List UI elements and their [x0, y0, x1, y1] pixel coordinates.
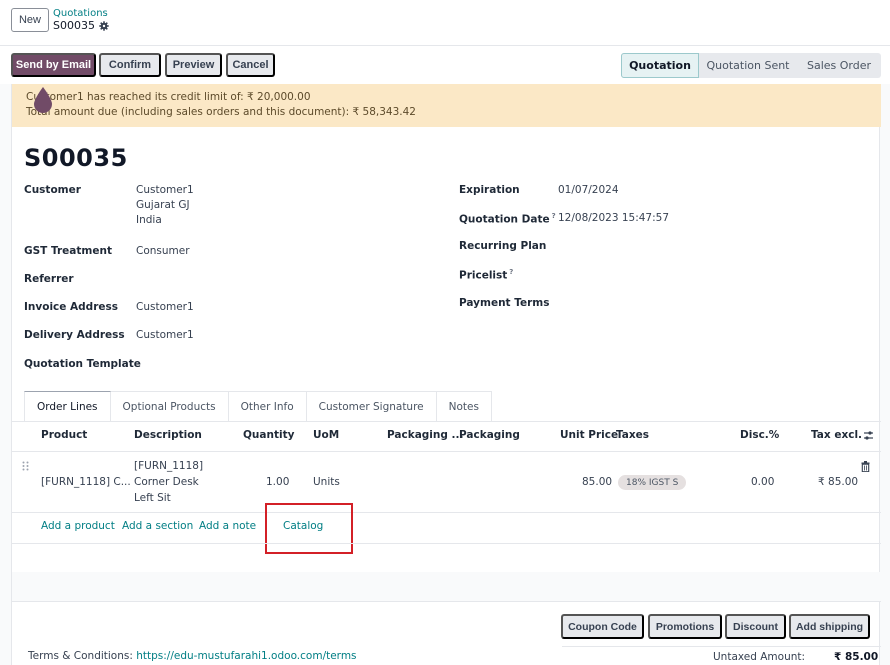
- discount-button[interactable]: Discount: [725, 614, 786, 639]
- optional-columns-toggle-icon[interactable]: [863, 430, 874, 441]
- referrer-label: Referrer: [24, 273, 74, 285]
- top-bar: New Quotations S00035: [0, 0, 890, 46]
- pricelist-label: Pricelist?: [459, 268, 513, 282]
- cell-description[interactable]: [FURN_1118] Corner Desk Left Sit: [134, 458, 203, 506]
- untaxed-amount-label: Untaxed Amount:: [713, 651, 806, 663]
- notebook-tabs: Order Lines Optional Products Other Info…: [24, 391, 492, 422]
- terms-link[interactable]: https://edu-mustufarahi1.odoo.com/terms: [136, 650, 356, 662]
- column-product[interactable]: Product: [41, 429, 87, 441]
- expiration-field[interactable]: 01/07/2024: [558, 183, 619, 198]
- description-line: Left Sit: [134, 492, 171, 504]
- help-icon[interactable]: ?: [552, 212, 556, 220]
- column-packaging-qty[interactable]: Packaging ...: [387, 429, 464, 441]
- delivery-address-field[interactable]: Customer1: [136, 328, 194, 343]
- alert-line-total-due: Total amount due (including sales orders…: [26, 106, 416, 118]
- totals-divider: [562, 646, 881, 647]
- add-product-link[interactable]: Add a product: [41, 520, 115, 532]
- quotation-date-label: Quotation Date?: [459, 212, 556, 226]
- invoice-address-label: Invoice Address: [24, 301, 118, 313]
- column-discount[interactable]: Disc.%: [740, 429, 779, 441]
- tab-other-info[interactable]: Other Info: [228, 391, 307, 422]
- cell-product[interactable]: [FURN_1118] C...: [41, 474, 131, 490]
- add-shipping-button[interactable]: Add shipping: [789, 614, 870, 639]
- help-icon[interactable]: ?: [509, 268, 513, 276]
- description-line: [FURN_1118]: [134, 460, 204, 472]
- pricelist-field[interactable]: [558, 267, 808, 282]
- confirm-button[interactable]: Confirm: [99, 53, 161, 77]
- tab-divider: [12, 421, 881, 422]
- stage-quotation-sent[interactable]: Quotation Sent: [699, 53, 797, 78]
- delivery-address-label: Delivery Address: [24, 329, 125, 341]
- gst-treatment-label: GST Treatment: [24, 245, 112, 257]
- breadcrumb-current-label: S00035: [53, 19, 95, 32]
- expiration-label: Expiration: [459, 184, 520, 196]
- catalog-highlight-box: [265, 503, 353, 554]
- column-packaging[interactable]: Packaging: [459, 429, 520, 441]
- row-divider: [12, 512, 881, 513]
- row-divider: [12, 601, 881, 602]
- customer-label: Customer: [24, 184, 81, 196]
- header-divider: [12, 451, 881, 452]
- cursor-marker-icon: [34, 87, 52, 113]
- customer-field[interactable]: Customer1 Gujarat GJ India: [136, 183, 194, 228]
- column-unit-price[interactable]: Unit Price: [560, 429, 618, 441]
- column-uom[interactable]: UoM: [313, 429, 339, 441]
- tax-badge[interactable]: 18% IGST S: [618, 475, 687, 490]
- coupon-code-button[interactable]: Coupon Code: [561, 614, 644, 639]
- cancel-button[interactable]: Cancel: [226, 53, 275, 77]
- quotation-date-label-text: Quotation Date: [459, 213, 550, 226]
- column-quantity[interactable]: Quantity: [243, 429, 294, 441]
- description-line: Corner Desk: [134, 476, 199, 488]
- breadcrumb-quotations[interactable]: Quotations: [53, 8, 108, 19]
- gst-treatment-field[interactable]: Consumer: [136, 244, 190, 259]
- stage-quotation[interactable]: Quotation: [621, 53, 699, 78]
- stage-sales-order[interactable]: Sales Order: [797, 53, 881, 78]
- column-description[interactable]: Description: [134, 429, 202, 441]
- cell-quantity[interactable]: 1.00: [266, 474, 289, 490]
- terms-label: Terms & Conditions:: [28, 650, 133, 662]
- drag-handle-icon[interactable]: [22, 461, 29, 471]
- cell-discount[interactable]: 0.00: [751, 474, 774, 490]
- breadcrumb-current: S00035: [53, 19, 109, 32]
- invoice-address-field[interactable]: Customer1: [136, 300, 194, 315]
- quotation-template-field[interactable]: [136, 357, 336, 372]
- payment-terms-field[interactable]: [558, 296, 808, 311]
- quotation-template-label: Quotation Template: [24, 358, 141, 370]
- recurring-plan-field[interactable]: [558, 239, 808, 254]
- add-note-link[interactable]: Add a note: [199, 520, 256, 532]
- quotation-date-field[interactable]: 12/08/2023 15:47:57: [558, 211, 669, 226]
- promotions-button[interactable]: Promotions: [648, 614, 722, 639]
- untaxed-amount-value: ₹ 85.00: [834, 651, 879, 663]
- customer-state: Gujarat GJ: [136, 199, 190, 211]
- payment-terms-label: Payment Terms: [459, 297, 550, 309]
- cell-subtotal: ₹ 85.00: [818, 476, 859, 488]
- tab-notes[interactable]: Notes: [436, 391, 492, 422]
- credit-limit-alert: Customer1 has reached its credit limit o…: [12, 84, 881, 127]
- terms-and-conditions: Terms & Conditions: https://edu-mustufar…: [28, 650, 357, 662]
- send-by-email-button[interactable]: Send by Email: [11, 53, 96, 77]
- pricelist-label-text: Pricelist: [459, 269, 508, 282]
- empty-row: [12, 572, 881, 601]
- column-tax-excl[interactable]: Tax excl.: [811, 429, 862, 441]
- customer-name: Customer1: [136, 184, 194, 196]
- preview-button[interactable]: Preview: [165, 53, 222, 77]
- form-sheet: Customer1 has reached its credit limit o…: [11, 84, 881, 665]
- gear-icon[interactable]: [99, 20, 109, 31]
- customer-country: India: [136, 214, 162, 226]
- cell-unit-price[interactable]: 85.00: [582, 474, 612, 490]
- tab-customer-signature[interactable]: Customer Signature: [306, 391, 437, 422]
- record-title: S00035: [24, 144, 128, 172]
- tab-order-lines[interactable]: Order Lines: [24, 391, 111, 422]
- trash-icon[interactable]: [861, 461, 870, 472]
- add-section-link[interactable]: Add a section: [122, 520, 193, 532]
- column-taxes[interactable]: Taxes: [616, 429, 649, 441]
- tab-optional-products[interactable]: Optional Products: [110, 391, 229, 422]
- new-button[interactable]: New: [11, 8, 49, 32]
- row-divider: [12, 543, 881, 544]
- referrer-field[interactable]: [136, 272, 336, 287]
- cell-uom[interactable]: Units: [313, 474, 340, 490]
- alert-line-credit-limit: Customer1 has reached its credit limit o…: [26, 91, 311, 103]
- status-bar: Quotation Quotation Sent Sales Order: [621, 53, 881, 78]
- recurring-plan-label: Recurring Plan: [459, 240, 547, 252]
